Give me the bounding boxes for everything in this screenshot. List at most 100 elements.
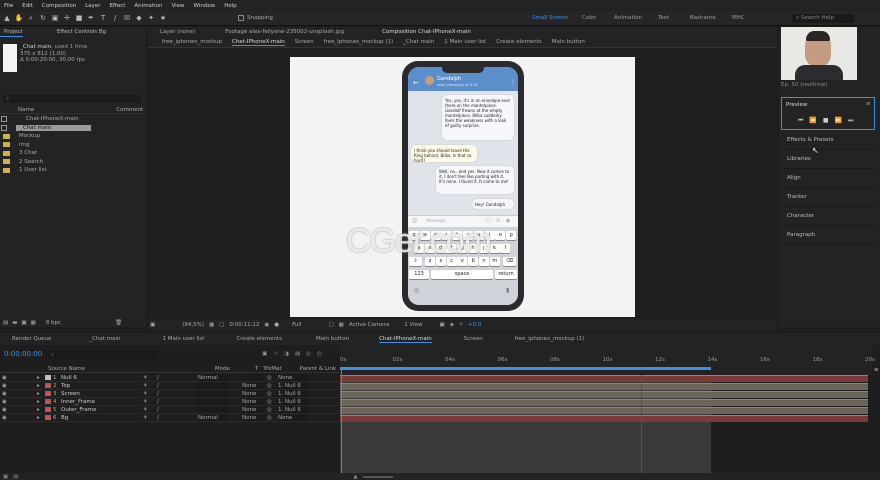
layer-duration-bar[interactable] — [340, 407, 868, 414]
layer-row[interactable]: ◉ ▸ 5 Outer_Frame ☀ / None ◎ 1. Null 6 — [0, 406, 340, 414]
shy-icon[interactable]: ◑ — [284, 351, 289, 357]
expand-icon[interactable]: ▸ — [37, 415, 43, 421]
layer-duration-bar[interactable] — [340, 391, 868, 398]
layer-mode[interactable]: Normal — [197, 414, 227, 421]
attach-icon[interactable]: ⊙ — [496, 218, 500, 224]
effects-presets-panel[interactable]: Effects & Presets — [781, 131, 877, 150]
quality-select[interactable]: Full — [292, 322, 301, 328]
interpret-footage-icon[interactable]: ▤ — [3, 320, 8, 326]
workspace-small-screen[interactable]: Small Screen — [532, 15, 568, 21]
view-layout-select[interactable]: 1 View — [404, 322, 422, 328]
label-color-icon[interactable] — [45, 407, 51, 412]
puppet-tool-icon[interactable]: ★ — [158, 13, 168, 23]
layer-duration-bar[interactable] — [340, 399, 868, 406]
tab-composition[interactable]: Composition Chat-IPhoneX-main — [382, 29, 471, 35]
tab-chat-iphonex-main[interactable]: Chat-IPhoneX-main — [379, 336, 432, 343]
roto-tool-icon[interactable]: ✦ — [146, 13, 156, 23]
menu-layer[interactable]: Layer — [85, 3, 100, 9]
timeline-search-input[interactable]: ⌕ — [48, 351, 158, 359]
tab-create-elements[interactable]: Create elements — [236, 336, 282, 342]
tab-footage[interactable]: Footage alex-fellyane-235002-unsplash.jp… — [225, 29, 344, 35]
layer-trkmat[interactable]: None — [241, 406, 263, 413]
panel-menu-icon[interactable]: ≡ — [866, 101, 871, 107]
text-tool-icon[interactable]: T — [98, 13, 108, 23]
space-key[interactable]: space — [431, 270, 493, 279]
zoom-select[interactable]: (94,5%) — [182, 322, 204, 328]
layer-trkmat[interactable]: None — [241, 398, 263, 405]
shy-switch-icon[interactable]: ☀ — [143, 399, 157, 405]
character-panel[interactable]: Character — [781, 207, 877, 226]
back-icon[interactable]: ← — [413, 79, 419, 87]
channel-icon[interactable]: ● — [274, 322, 279, 328]
pickwhip-icon[interactable]: ◎ — [267, 415, 277, 421]
work-area-bar[interactable] — [340, 367, 711, 370]
col-t[interactable]: T — [255, 366, 258, 372]
tab-mockup-1[interactable]: free_iphonex_mockup (1) — [515, 336, 585, 342]
label-color-icon[interactable] — [45, 399, 51, 404]
layer-mode[interactable] — [197, 390, 227, 397]
subtab-chat-main[interactable]: _Chat main — [403, 39, 434, 45]
libraries-panel[interactable]: Libraries — [781, 150, 877, 169]
fast-preview-icon[interactable]: ⚡ — [459, 322, 463, 328]
visibility-icon[interactable]: ◉ — [2, 391, 11, 397]
next-frame-icon[interactable]: ⏩ — [835, 117, 842, 125]
fx-switch-icon[interactable]: / — [157, 415, 197, 421]
backspace-key[interactable]: ⌫ — [503, 257, 516, 266]
tab-project[interactable]: Project — [0, 27, 23, 37]
menu-file[interactable]: File — [4, 3, 13, 9]
layer-parent[interactable]: 1. Null 6 — [277, 406, 307, 413]
workspace-bashame[interactable]: Bashame — [690, 15, 716, 21]
subtab-screen[interactable]: Screen — [295, 39, 314, 45]
timeline-timecode[interactable]: 0:00:00:00 — [4, 350, 42, 358]
menu-help[interactable]: Help — [224, 3, 237, 9]
timeline-menu-icon[interactable]: ≡ — [874, 367, 879, 373]
composition-canvas[interactable]: ← Gandalph seen yesterday at 6:16 ⋮ Yes,… — [290, 57, 635, 317]
layer-mode[interactable] — [197, 406, 227, 413]
globe-icon[interactable]: ◎ — [414, 287, 419, 294]
label-color-icon[interactable] — [45, 391, 51, 396]
subtab-chat-iphonex-main[interactable]: Chat-IPhoneX-main — [231, 39, 285, 46]
visibility-icon[interactable]: ◉ — [2, 415, 11, 421]
prev-frame-icon[interactable]: ⏪ — [809, 117, 816, 125]
hand-tool-icon[interactable]: ✋ — [14, 13, 24, 23]
key-l[interactable]: l — [500, 244, 511, 253]
project-row[interactable]: 1 User list — [0, 166, 146, 175]
layer-duration-bar[interactable] — [340, 415, 868, 422]
camera-icon[interactable]: ◉ — [506, 218, 510, 224]
trash-icon[interactable]: 🗑 — [115, 320, 122, 326]
modes-icon[interactable]: ▤ — [13, 474, 18, 480]
shy-switch-icon[interactable]: ☀ — [143, 407, 157, 413]
expand-icon[interactable]: ▸ — [37, 375, 43, 381]
camera-tool-icon[interactable]: ▣ — [50, 13, 60, 23]
camera-select[interactable]: Active Camera — [349, 322, 389, 328]
key-p[interactable]: p — [506, 231, 517, 240]
stamp-tool-icon[interactable]: ☒ — [122, 13, 132, 23]
layer-mode[interactable] — [197, 398, 227, 405]
menu-edit[interactable]: Edit — [22, 3, 33, 9]
col-name[interactable]: Name — [18, 107, 34, 113]
layer-row[interactable]: ◉ ▸ 6 Bg ☀ / Normal None ◎ None — [0, 414, 340, 422]
key-o[interactable]: o — [495, 231, 506, 240]
layer-trkmat[interactable]: None — [241, 390, 263, 397]
col-source-name[interactable]: Source Name — [48, 366, 85, 372]
paragraph-panel[interactable]: Paragraph — [781, 226, 877, 245]
label-color-icon[interactable] — [45, 383, 51, 388]
col-parent[interactable]: Parent & Link — [300, 366, 337, 372]
visibility-icon[interactable]: ◉ — [2, 399, 11, 405]
pan-tool-icon[interactable]: ✛ — [62, 13, 72, 23]
zoom-slider[interactable] — [362, 475, 393, 478]
expand-icon[interactable]: ▸ — [37, 391, 43, 397]
expand-icon[interactable]: ▸ — [37, 383, 43, 389]
subtab-create-elements[interactable]: Create elements — [496, 39, 542, 45]
snapshot-icon[interactable]: ◉ — [264, 322, 269, 328]
fx-switch-icon[interactable]: / — [157, 375, 197, 381]
tracker-panel[interactable]: Tracker — [781, 188, 877, 207]
menu-view[interactable]: View — [171, 3, 184, 9]
workspace-color[interactable]: Color — [582, 15, 596, 21]
fx-switch-icon[interactable]: / — [157, 407, 197, 413]
search-help-input[interactable]: ⌕ Search Help — [792, 14, 854, 23]
flowchart-icon[interactable]: ◈ — [450, 322, 454, 328]
layer-trkmat[interactable]: None — [241, 382, 263, 389]
tab-layer[interactable]: Layer (none) — [160, 29, 195, 35]
expand-icon[interactable]: ▸ — [37, 399, 43, 405]
